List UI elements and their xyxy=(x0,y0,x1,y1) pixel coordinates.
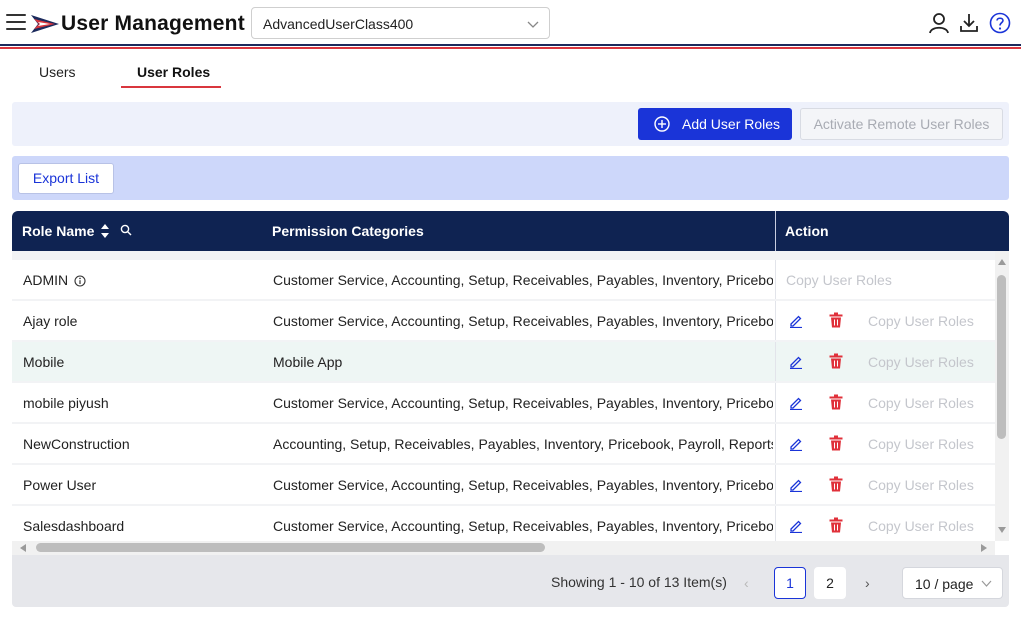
horizontal-scrollbar[interactable] xyxy=(12,541,995,555)
horizontal-scroll-thumb[interactable] xyxy=(36,543,545,552)
page-size-value: 10 / page xyxy=(915,576,974,592)
chevron-down-icon xyxy=(981,580,992,587)
previous-page-icon[interactable]: ‹ xyxy=(744,575,749,591)
trash-icon[interactable] xyxy=(829,353,843,369)
export-toolbar xyxy=(12,156,1009,200)
action-cell: Copy User Roles xyxy=(775,260,995,299)
table-header: Role Name Permission Categories Action xyxy=(12,211,1009,251)
scroll-up-arrow-icon[interactable] xyxy=(998,259,1006,265)
action-cell: Copy User Roles xyxy=(775,506,995,541)
add-user-roles-label: Add User Roles xyxy=(682,116,781,132)
action-cell: Copy User Roles xyxy=(775,465,995,504)
edit-icon[interactable] xyxy=(789,478,803,492)
copy-user-roles-link[interactable]: Copy User Roles xyxy=(868,477,974,493)
role-name: ADMIN xyxy=(23,272,69,288)
column-header-role-name[interactable]: Role Name xyxy=(22,223,94,239)
edit-icon[interactable] xyxy=(789,519,803,533)
page-button-1[interactable]: 1 xyxy=(774,567,806,599)
column-header-permission-categories: Permission Categories xyxy=(272,223,424,239)
activate-remote-user-roles-button[interactable]: Activate Remote User Roles xyxy=(800,108,1003,140)
copy-user-roles-link[interactable]: Copy User Roles xyxy=(868,518,974,534)
table-row[interactable]: Power User Customer Service, Accounting,… xyxy=(12,465,995,504)
permission-categories-cell: Customer Service, Accounting, Setup, Rec… xyxy=(273,518,773,534)
add-user-roles-button[interactable]: Add User Roles xyxy=(638,108,792,140)
action-cell: Copy User Roles xyxy=(775,301,995,340)
role-name-cell: Mobile xyxy=(23,354,65,370)
trash-icon[interactable] xyxy=(829,435,843,451)
header-divider-red xyxy=(0,47,1021,49)
menu-icon[interactable] xyxy=(6,14,26,32)
page-size-select[interactable]: 10 / page xyxy=(902,567,1003,599)
trash-icon[interactable] xyxy=(829,476,843,492)
export-list-button[interactable]: Export List xyxy=(18,163,114,194)
action-cell: Copy User Roles xyxy=(775,424,995,463)
role-name-cell: ADMIN xyxy=(23,272,86,288)
edit-icon[interactable] xyxy=(789,314,803,328)
search-icon[interactable] xyxy=(120,224,132,236)
permission-categories-cell: Mobile App xyxy=(273,354,343,370)
table-row[interactable]: ADMIN Customer Service, Accounting, Setu… xyxy=(12,260,995,299)
tab-user-roles[interactable]: User Roles xyxy=(137,64,210,80)
role-name-cell: Salesdashboard xyxy=(23,518,125,534)
permission-categories-cell: Accounting, Setup, Receivables, Payables… xyxy=(273,436,773,452)
action-cell: Copy User Roles xyxy=(775,383,995,422)
role-name-cell: mobile piyush xyxy=(23,395,109,411)
user-icon[interactable] xyxy=(928,12,950,34)
trash-icon[interactable] xyxy=(829,312,843,328)
pagination-bar xyxy=(12,555,1009,607)
info-icon[interactable] xyxy=(74,275,86,287)
chevron-down-icon xyxy=(527,21,539,28)
table-row[interactable]: Ajay role Customer Service, Accounting, … xyxy=(12,301,995,340)
copy-user-roles-link[interactable]: Copy User Roles xyxy=(868,395,974,411)
copy-user-roles-link[interactable]: Copy User Roles xyxy=(868,354,974,370)
trash-icon[interactable] xyxy=(829,394,843,410)
role-name-cell: Ajay role xyxy=(23,313,78,329)
pagination-summary: Showing 1 - 10 of 13 Item(s) xyxy=(551,574,727,590)
page-button-2[interactable]: 2 xyxy=(814,567,846,599)
column-header-action: Action xyxy=(785,223,829,239)
edit-icon[interactable] xyxy=(789,437,803,451)
next-page-icon[interactable]: › xyxy=(865,575,870,591)
app-header: User Management AdvancedUserClass400 xyxy=(0,0,1021,46)
permission-categories-cell: Customer Service, Accounting, Setup, Rec… xyxy=(273,272,773,288)
copy-user-roles-link[interactable]: Copy User Roles xyxy=(786,272,892,288)
tab-users[interactable]: Users xyxy=(39,64,76,80)
action-cell: Copy User Roles xyxy=(775,342,995,381)
vertical-scroll-thumb[interactable] xyxy=(997,275,1006,439)
vertical-scrollbar[interactable] xyxy=(995,251,1009,541)
role-name-cell: NewConstruction xyxy=(23,436,130,452)
active-tab-indicator xyxy=(121,86,221,88)
table-row[interactable]: Salesdashboard Customer Service, Account… xyxy=(12,506,995,541)
table-body: ADMIN Customer Service, Accounting, Setu… xyxy=(12,251,995,541)
permission-categories-cell: Customer Service, Accounting, Setup, Rec… xyxy=(273,477,773,493)
help-icon[interactable] xyxy=(989,12,1011,34)
download-icon[interactable] xyxy=(958,12,980,34)
permission-categories-cell: Customer Service, Accounting, Setup, Rec… xyxy=(273,395,773,411)
copy-user-roles-link[interactable]: Copy User Roles xyxy=(868,436,974,452)
header-divider-navy xyxy=(0,44,1021,46)
scroll-left-arrow-icon[interactable] xyxy=(20,544,26,552)
company-select-value: AdvancedUserClass400 xyxy=(263,16,414,32)
logo-icon xyxy=(31,15,59,33)
add-circle-icon xyxy=(654,116,670,132)
column-divider xyxy=(775,211,776,251)
edit-icon[interactable] xyxy=(789,396,803,410)
permission-categories-cell: Customer Service, Accounting, Setup, Rec… xyxy=(273,313,773,329)
scroll-down-arrow-icon[interactable] xyxy=(998,527,1006,533)
company-select[interactable]: AdvancedUserClass400 xyxy=(251,7,550,39)
copy-user-roles-link[interactable]: Copy User Roles xyxy=(868,313,974,329)
app-title: User Management xyxy=(61,12,245,35)
table-row[interactable]: NewConstruction Accounting, Setup, Recei… xyxy=(12,424,995,463)
scroll-right-arrow-icon[interactable] xyxy=(981,544,987,552)
role-name-cell: Power User xyxy=(23,477,97,493)
table-row[interactable]: mobile piyush Customer Service, Accounti… xyxy=(12,383,995,422)
trash-icon[interactable] xyxy=(829,517,843,533)
edit-icon[interactable] xyxy=(789,355,803,369)
table-row[interactable]: Mobile Mobile App Copy User Roles xyxy=(12,342,995,381)
sort-icon[interactable] xyxy=(100,223,110,239)
